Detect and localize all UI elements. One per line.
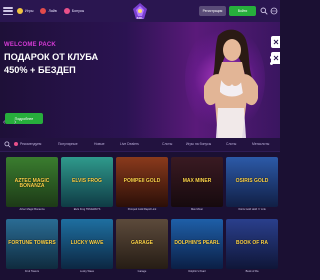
- login-button[interactable]: Войти: [229, 6, 256, 16]
- game-tile-title: POMPEII GOLD: [123, 178, 161, 184]
- banner-cta-button[interactable]: Подробнее: [5, 113, 43, 124]
- game-tile-label: Fruit Towers: [24, 270, 40, 273]
- nav-live-label: Лайв: [48, 9, 57, 13]
- game-tile[interactable]: OSIRIS GOLD: [226, 157, 278, 207]
- game-tile[interactable]: POMPEII GOLD: [116, 157, 168, 207]
- game-tile[interactable]: GARAGE: [116, 219, 168, 269]
- nav-bonuses[interactable]: Бонусы: [63, 8, 85, 14]
- tab-popular[interactable]: Популярные: [58, 142, 78, 146]
- banner-kicker: WELCOME PACK: [4, 42, 56, 48]
- dice-icon: [17, 8, 23, 14]
- game-tile-label: Book of Ra: [245, 270, 259, 273]
- nav-bonuses-label: Бонусы: [71, 9, 85, 13]
- game-tile-label: Lucky Wave: [79, 270, 95, 273]
- game-tile[interactable]: BOOK OF RA: [226, 219, 278, 269]
- nav-live[interactable]: Лайв: [40, 8, 57, 14]
- tab-live-dealers[interactable]: Live Dealers: [120, 142, 139, 146]
- side-panel-button-2[interactable]: [271, 52, 280, 64]
- tab-label: Слоты: [226, 142, 237, 146]
- banner-prev-arrow[interactable]: ‹: [3, 119, 9, 126]
- tab-slots-2[interactable]: Слоты: [226, 142, 236, 146]
- tab-megaslots[interactable]: Мегаслоты: [252, 142, 269, 146]
- tab-label: Игры на бонусы: [186, 142, 212, 146]
- game-tile-label: Max Miner: [190, 208, 204, 211]
- search-icon[interactable]: [260, 7, 268, 15]
- close-icon: [273, 55, 278, 61]
- tab-new[interactable]: Новые: [94, 142, 104, 146]
- game-tile[interactable]: FORTUNE TOWERS: [6, 219, 58, 269]
- promo-banner: WELCOME PACK ПОДАРОК ОТ КЛУБА 450% + БЕЗ…: [0, 22, 280, 138]
- game-tile-title: FORTUNE TOWERS: [8, 240, 56, 246]
- game-tile-title: ELVIS FROG: [72, 178, 102, 184]
- tab-recommended[interactable]: Рекомендуем: [14, 142, 41, 146]
- game-tile-title: BOOK OF RA: [236, 240, 268, 246]
- tab-label: Популярные: [58, 142, 78, 146]
- nav-games[interactable]: Игры: [17, 8, 33, 14]
- game-tile-title: AZTEC MAGIC BONANZA: [14, 178, 50, 189]
- game-tile-label: Elvis Frog TRUEWAYS: [73, 208, 101, 211]
- tab-bonus-games[interactable]: Игры на бонусы: [186, 142, 211, 146]
- game-tile-title: MAX MINER: [182, 178, 212, 184]
- side-panel-button[interactable]: [271, 36, 280, 48]
- category-tabs: Рекомендуем Популярные Новые Live Dealer…: [0, 138, 280, 152]
- search-icon[interactable]: [4, 141, 11, 148]
- menu-icon[interactable]: [3, 7, 13, 15]
- tab-label: Live Dealers: [120, 142, 139, 146]
- tab-label: Новые: [94, 142, 105, 146]
- banner-title-line1: ПОДАРОК ОТ КЛУБА: [4, 52, 99, 62]
- nav-games-label: Игры: [25, 9, 34, 13]
- game-tile[interactable]: AZTEC MAGIC BONANZA: [6, 157, 58, 207]
- game-tile[interactable]: DOLPHIN'S PEARL: [171, 219, 223, 269]
- star-icon: [14, 142, 18, 146]
- banner-title-line2: 450% + БЕЗДЕП: [4, 65, 76, 75]
- game-tile-label: Aztec Magic Bonanza: [19, 208, 45, 211]
- top-header: Игры Лайв Бонусы SOL Регистрация Войти: [0, 0, 280, 22]
- casino-homepage: { "header": { "nav": [ {"label": "Игры",…: [0, 0, 280, 280]
- game-tile-label: Osiris Gold Hold 'n' Link: [238, 208, 266, 211]
- logo-text: SOL: [136, 16, 144, 20]
- game-tile-title: LUCKY WAVE: [70, 240, 104, 246]
- close-icon: [273, 39, 278, 45]
- game-tile-title: DOLPHIN'S PEARL: [174, 240, 220, 246]
- gift-icon: [63, 8, 70, 14]
- game-tile[interactable]: ELVIS FROG: [61, 157, 113, 207]
- globe-icon[interactable]: [270, 7, 278, 15]
- game-tile[interactable]: MAX MINER: [171, 157, 223, 207]
- register-button[interactable]: Регистрация: [199, 6, 226, 16]
- banner-next-arrow[interactable]: ›: [14, 119, 20, 126]
- tab-label: Мегаслоты: [252, 142, 270, 146]
- game-tile-title: GARAGE: [131, 240, 153, 246]
- tab-slots[interactable]: Слоты: [162, 142, 172, 146]
- game-tile[interactable]: LUCKY WAVE: [61, 219, 113, 269]
- game-tile-title: OSIRIS GOLD: [235, 178, 269, 184]
- promo-model-image: [204, 29, 258, 138]
- games-grid: AZTEC MAGIC BONANZA Aztec Magic Bonanza EL…: [0, 153, 280, 280]
- tab-label: Слоты: [162, 142, 173, 146]
- tab-label: Рекомендуем: [20, 142, 42, 146]
- game-tile-label: Dolphin's Pearl: [188, 270, 206, 273]
- live-icon: [40, 8, 47, 14]
- game-tile-label: Pompeii Gold Rapid Link: [127, 208, 157, 211]
- game-tile-label: Garage: [137, 270, 147, 273]
